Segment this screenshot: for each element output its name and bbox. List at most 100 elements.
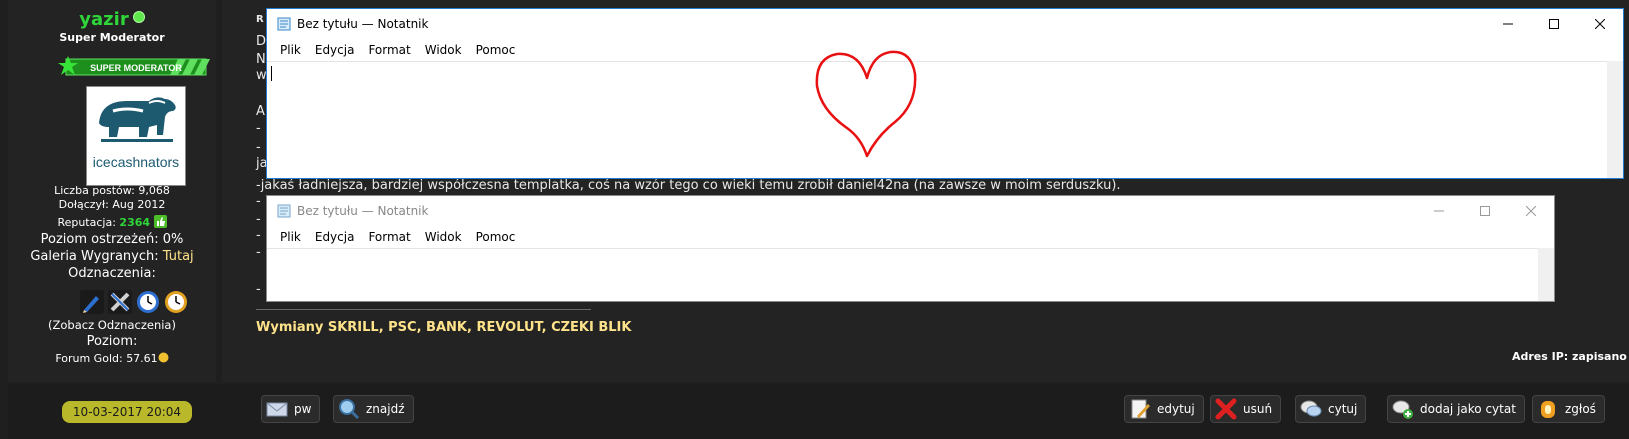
notepad-front-text-area[interactable] — [267, 50, 1607, 178]
notepad-back-titlebar[interactable]: Bez tytułu — Notatnik — [267, 196, 1554, 226]
add-quote-icon — [1392, 400, 1413, 419]
posts-value: 9,068 — [138, 184, 170, 197]
post-count: Liczba postów: 9,068 — [8, 184, 216, 197]
joined-value: Aug 2012 — [112, 198, 166, 211]
notepad-window-back[interactable]: Bez tytułu — Notatnik Plik Edycja Format… — [266, 195, 1555, 302]
minimize-icon — [1503, 23, 1513, 25]
warn-value: 0% — [162, 232, 184, 247]
post-text-fragment: - — [256, 282, 261, 297]
menu-help[interactable]: Pomoc — [469, 227, 523, 247]
crossed-tools-badge-icon[interactable] — [108, 290, 132, 314]
menu-edit[interactable]: Edycja — [308, 227, 362, 247]
report-button[interactable]: zgłoś — [1532, 395, 1605, 423]
menu-help[interactable]: Pomoc — [469, 40, 523, 60]
avatar-text: icecashnators — [93, 154, 179, 170]
notepad-back-scrollbar[interactable] — [1538, 248, 1554, 301]
post-text-fragment: R — [256, 14, 264, 25]
delete-x-icon — [1215, 398, 1237, 420]
post-text-fragment: - — [256, 140, 261, 155]
online-status-icon — [132, 11, 145, 23]
post-text-fragment: A — [256, 104, 265, 119]
notepad-back-title: Bez tytułu — Notatnik — [297, 204, 429, 218]
menu-format[interactable]: Format — [361, 227, 417, 247]
gold-icon — [158, 352, 169, 363]
post-text-fragment: - — [256, 121, 261, 136]
bear-logo-icon: icecashnators — [93, 97, 179, 170]
maximize-icon — [1549, 19, 1559, 29]
notepad-front-titlebar[interactable]: Bez tytułu — Notatnik — [267, 9, 1623, 39]
menu-view[interactable]: Widok — [418, 40, 469, 60]
close-icon — [1526, 206, 1536, 216]
speech-bubbles-icon — [1300, 400, 1322, 417]
post-text-fragment: - — [256, 228, 261, 243]
forum-post: yazir Super Moderator SUPER MODERATOR ic… — [0, 0, 1629, 439]
maximize-button[interactable] — [1531, 9, 1577, 39]
pencil-badge-icon[interactable] — [80, 290, 104, 314]
level-label: Poziom: — [86, 334, 138, 349]
close-button[interactable] — [1508, 196, 1554, 226]
find-button-label: znajdź — [366, 402, 405, 416]
menu-view[interactable]: Widok — [418, 227, 469, 247]
notepad-front-menubar: Plik Edycja Format Widok Pomoc — [267, 40, 1623, 60]
warning-light-icon — [1541, 401, 1555, 418]
gold-label: Forum Gold: — [55, 352, 123, 365]
avatar[interactable]: icecashnators — [86, 86, 186, 186]
menu-file[interactable]: Plik — [273, 227, 308, 247]
pm-button[interactable]: pw — [261, 395, 321, 423]
post-date: 10-03-2017 20:04 — [62, 401, 192, 423]
join-date: Dołączył: Aug 2012 — [8, 198, 216, 211]
gold-clock-badge-icon[interactable] — [164, 290, 188, 314]
rep-value: 2364 — [119, 216, 151, 229]
ip-address-info: Adres IP: zapisano — [1512, 350, 1627, 363]
signature-divider — [256, 309, 591, 310]
user-info-panel: yazir Super Moderator SUPER MODERATOR ic… — [8, 0, 216, 382]
gallery-link[interactable]: Tutaj — [163, 249, 194, 264]
forum-gold: Forum Gold: 57.61 — [8, 352, 216, 365]
notepad-front-scrollbar[interactable] — [1607, 61, 1623, 178]
username[interactable]: yazir — [8, 9, 216, 30]
envelope-icon — [266, 402, 288, 417]
menu-format[interactable]: Format — [361, 40, 417, 60]
gallery-label: Galeria Wygranych: — [30, 249, 159, 264]
clock-badge-icon[interactable] — [136, 290, 160, 314]
menu-file[interactable]: Plik — [273, 40, 308, 60]
maximize-button[interactable] — [1462, 196, 1508, 226]
notepad-front-title: Bez tytułu — Notatnik — [297, 17, 429, 31]
joined-label: Dołączył: — [58, 198, 109, 211]
text-caret — [271, 66, 272, 81]
notepad-back-text-area[interactable] — [267, 248, 1538, 301]
username-text[interactable]: yazir — [79, 9, 128, 30]
multiquote-button[interactable]: dodaj jako cytat — [1387, 395, 1525, 423]
find-button[interactable]: znajdź — [333, 395, 414, 423]
posts-label: Liczba postów: — [54, 184, 135, 197]
notepad-window-front[interactable]: Bez tytułu — Notatnik Plik Edycja Format… — [266, 8, 1624, 179]
notepad-back-window-controls — [1416, 196, 1554, 226]
notepad-app-icon — [277, 17, 291, 31]
quote-button[interactable]: cytuj — [1295, 395, 1367, 423]
post-text-line: -jakaś ładniejsza, bardziej współczesna … — [256, 178, 1121, 193]
badges-label: Odznaczenia: — [68, 266, 156, 281]
thumbs-up-icon[interactable] — [153, 215, 167, 228]
edit-button[interactable]: edytuj — [1124, 395, 1204, 423]
pm-button-label: pw — [294, 402, 312, 416]
delete-button[interactable]: usuń — [1210, 395, 1282, 423]
post-text-fragment: - — [256, 212, 261, 227]
menu-edit[interactable]: Edycja — [308, 40, 362, 60]
view-badges-link[interactable]: (Zobacz Odznaczenia) — [8, 318, 216, 332]
gallery: Galeria Wygranych: Tutaj — [8, 249, 216, 264]
rank-badge-icon: SUPER MODERATOR — [58, 56, 210, 76]
minimize-button[interactable] — [1416, 196, 1462, 226]
minimize-icon — [1434, 210, 1444, 212]
gold-value: 57.61 — [126, 352, 158, 365]
close-button[interactable] — [1577, 9, 1623, 39]
post-text-fragment: D — [256, 34, 267, 49]
edit-button-label: edytuj — [1157, 402, 1195, 416]
minimize-button[interactable] — [1485, 9, 1531, 39]
hand-drawn-heart-icon — [815, 50, 917, 158]
maximize-icon — [1480, 206, 1490, 216]
notepad-app-icon — [277, 204, 291, 218]
post-text-fragment: - — [256, 245, 261, 260]
magnifier-icon — [339, 399, 360, 420]
user-title: Super Moderator — [59, 31, 165, 44]
rep-label: Reputacja: — [57, 216, 116, 229]
